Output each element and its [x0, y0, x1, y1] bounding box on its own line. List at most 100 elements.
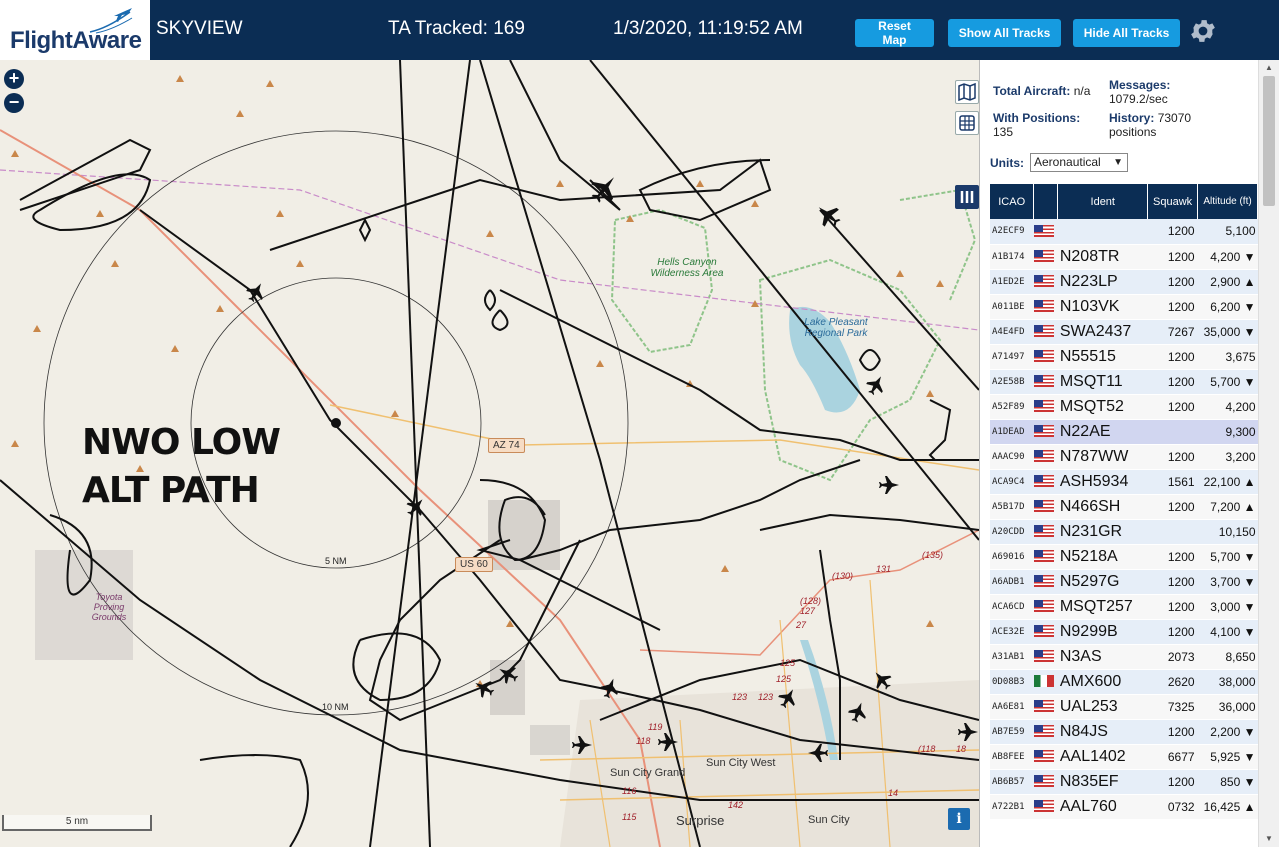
table-row[interactable]: ACA9C4 ASH5934 1561 22,100 ▲ — [990, 469, 1258, 495]
cell-squawk: 1200 — [1147, 244, 1198, 270]
cell-flag — [1033, 419, 1058, 445]
hide-all-tracks-button[interactable]: Hide All Tracks — [1073, 19, 1180, 47]
table-row[interactable]: A011BE N103VK 1200 6,200 ▼ — [990, 294, 1258, 320]
cell-squawk: 1200 — [1147, 494, 1198, 520]
col-header-flag[interactable] — [1033, 184, 1059, 219]
usa-flag-icon — [1033, 525, 1054, 538]
sidebar-toggle-button[interactable] — [955, 185, 979, 209]
road-number: 125 — [780, 658, 796, 668]
map-view[interactable]: + − NWO LOW ALT PATH Hells Canyon Wilder… — [0, 60, 979, 847]
cell-flag — [1033, 519, 1058, 545]
cell-ident: N5297G — [1057, 569, 1148, 595]
table-row[interactable]: A4E4FD SWA2437 7267 35,000 ▼ — [990, 319, 1258, 345]
info-button[interactable]: i — [948, 808, 970, 830]
cell-icao: ACE32E — [990, 619, 1034, 645]
cell-ident: AAL760 — [1057, 794, 1148, 820]
sidebar-scrollbar[interactable]: ▲ ▼ — [1258, 60, 1279, 847]
altitude-trend-icon: ▼ — [1243, 324, 1256, 339]
road-number: (128) — [800, 596, 822, 606]
cell-flag — [1033, 269, 1058, 295]
stat-with-positions: With Positions: 135 — [993, 111, 1081, 139]
table-row[interactable]: A1DEAD N22AE 9,300 — [990, 419, 1258, 445]
show-all-tracks-button[interactable]: Show All Tracks — [948, 19, 1061, 47]
map-scale-bar: 5 nm — [2, 815, 152, 831]
cell-icao: A722B1 — [990, 794, 1034, 820]
loop-road — [639, 529, 979, 656]
col-header-squawk[interactable]: Squawk — [1147, 184, 1199, 219]
park-label: Hells Canyon Wilderness Area — [650, 257, 724, 279]
cell-squawk: 1200 — [1147, 344, 1198, 370]
usa-flag-icon — [1033, 600, 1054, 613]
cell-icao: A1B174 — [990, 244, 1034, 270]
table-row[interactable]: AB8FEE AAL1402 6677 5,925 ▼ — [990, 744, 1258, 770]
cell-icao: A52F89 — [990, 394, 1034, 420]
table-row[interactable]: A69016 N5218A 1200 5,700 ▼ — [990, 544, 1258, 570]
grid-toggle-button[interactable] — [955, 111, 979, 135]
table-row[interactable]: A2ECF9 1200 5,100 — [990, 219, 1258, 245]
table-row[interactable]: A1ED2E N223LP 1200 2,900 ▲ — [990, 269, 1258, 295]
cell-squawk — [1147, 519, 1198, 545]
scroll-up-icon[interactable]: ▲ — [1265, 63, 1273, 72]
az74-shield: AZ 74 — [488, 438, 525, 453]
cell-flag — [1033, 794, 1058, 820]
table-row[interactable]: 0D08B3 AMX600 2620 38,000 — [990, 669, 1258, 695]
map-layers-button[interactable] — [955, 80, 979, 104]
units-select[interactable]: Aeronautical ▼ — [1030, 153, 1128, 172]
table-row[interactable]: A20CDD N231GR 10,150 — [990, 519, 1258, 545]
cell-icao: ACA6CD — [990, 594, 1034, 620]
road-number: 123 — [732, 692, 748, 702]
col-header-ident[interactable]: Ident — [1057, 184, 1149, 219]
altitude-trend-icon: ▼ — [1243, 549, 1256, 564]
road-number: 27 — [796, 620, 807, 630]
table-row[interactable]: A52F89 MSQT52 1200 4,200 — [990, 394, 1258, 420]
table-row[interactable]: ACA6CD MSQT257 1200 3,000 ▼ — [990, 594, 1258, 620]
cell-altitude: 2,200 ▼ — [1197, 719, 1258, 745]
cell-squawk: 0732 — [1147, 794, 1198, 820]
scroll-thumb[interactable] — [1263, 76, 1275, 206]
cell-icao: AB8FEE — [990, 744, 1034, 770]
table-row[interactable]: AB6B57 N835EF 1200 850 ▼ — [990, 769, 1258, 795]
cell-ident: MSQT52 — [1057, 394, 1148, 420]
cell-ident: AAL1402 — [1057, 744, 1148, 770]
cell-altitude: 3,700 ▼ — [1197, 569, 1258, 595]
altitude-value: 2,200 — [1210, 724, 1241, 739]
table-row[interactable]: A31AB1 N3AS 2073 8,650 — [990, 644, 1258, 670]
table-row[interactable]: ACE32E N9299B 1200 4,100 ▼ — [990, 619, 1258, 645]
cell-squawk: 1200 — [1147, 569, 1198, 595]
zoom-out-button[interactable]: − — [4, 93, 24, 113]
usa-flag-icon — [1033, 450, 1054, 463]
cell-ident — [1057, 219, 1148, 245]
cell-altitude: 5,100 — [1197, 219, 1258, 245]
table-row[interactable]: A2E58B MSQT11 1200 5,700 ▼ — [990, 369, 1258, 395]
road-number: 18 — [956, 744, 967, 754]
flightaware-logo[interactable]: FlightAware — [0, 0, 150, 60]
cell-flag — [1033, 244, 1058, 270]
cell-flag — [1033, 494, 1058, 520]
cell-icao: A2E58B — [990, 369, 1034, 395]
cell-ident: UAL253 — [1057, 694, 1148, 720]
usa-flag-icon — [1033, 250, 1054, 263]
col-header-icao[interactable]: ICAO — [990, 184, 1035, 219]
table-row[interactable]: AA6E81 UAL253 7325 36,000 — [990, 694, 1258, 720]
usa-flag-icon — [1033, 800, 1054, 813]
altitude-trend-icon: ▼ — [1243, 299, 1256, 314]
cell-flag — [1033, 594, 1058, 620]
table-row[interactable]: A6ADB1 N5297G 1200 3,700 ▼ — [990, 569, 1258, 595]
col-header-altitude[interactable]: Altitude (ft) — [1197, 184, 1258, 219]
scroll-down-icon[interactable]: ▼ — [1265, 834, 1273, 843]
gear-icon[interactable] — [1188, 16, 1218, 46]
usa-flag-icon — [1033, 375, 1054, 388]
table-row[interactable]: AB7E59 N84JS 1200 2,200 ▼ — [990, 719, 1258, 745]
table-row[interactable]: A71497 N55515 1200 3,675 — [990, 344, 1258, 370]
table-row[interactable]: A5B17D N466SH 1200 7,200 ▲ — [990, 494, 1258, 520]
cell-squawk — [1147, 419, 1198, 445]
cell-squawk: 1200 — [1147, 369, 1198, 395]
cell-squawk: 1561 — [1147, 469, 1198, 495]
zoom-in-button[interactable]: + — [4, 69, 24, 89]
table-row[interactable]: A1B174 N208TR 1200 4,200 ▼ — [990, 244, 1258, 270]
table-row[interactable]: A722B1 AAL760 0732 16,425 ▲ — [990, 794, 1258, 820]
proving-grounds-label: Toyota Proving Grounds — [91, 592, 127, 622]
reset-map-button[interactable]: Reset Map — [855, 19, 934, 47]
table-row[interactable]: AAAC90 N787WW 1200 3,200 — [990, 444, 1258, 470]
altitude-trend-icon: ▼ — [1243, 749, 1256, 764]
